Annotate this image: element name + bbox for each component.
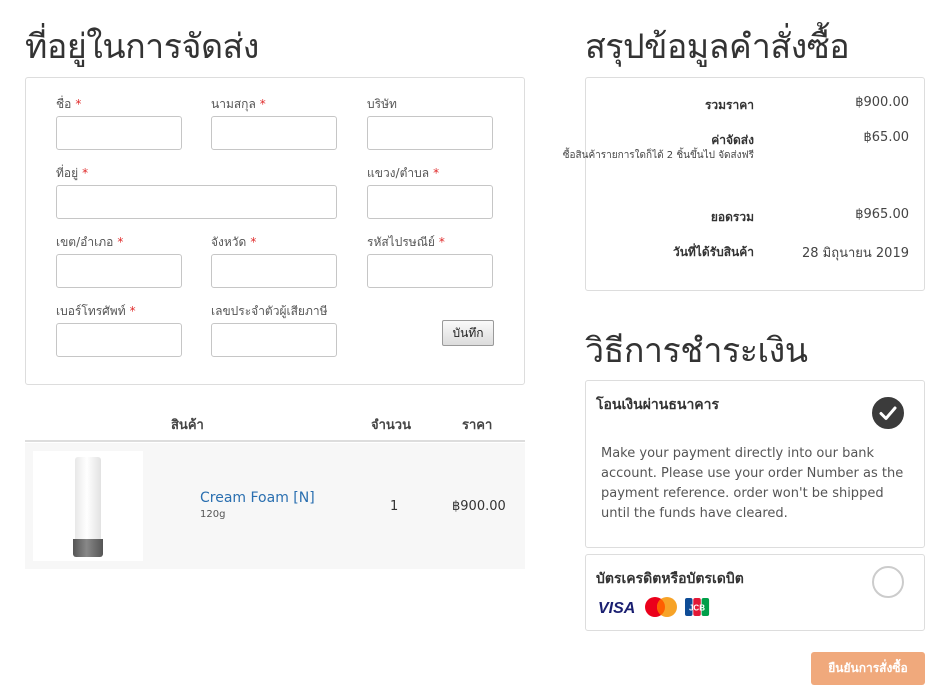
- district-input[interactable]: [56, 254, 182, 288]
- payment-option-bank-transfer[interactable]: โอนเงินผ่านธนาคาร Make your payment dire…: [585, 380, 925, 548]
- shipping-fee-note: ซื้อสินค้ารายการใดก็ได้ 2 ชิ้นขึ้นไป จัด…: [562, 150, 754, 161]
- province-group: จังหวัด *: [211, 234, 337, 288]
- product-image[interactable]: [33, 451, 143, 561]
- shipping-heading: ที่อยู่ในการจัดส่ง: [25, 27, 259, 67]
- summary-heading: สรุปข้อมูลคำสั่งซื้อ: [585, 27, 850, 67]
- subtotal-value: ฿900.00: [855, 95, 909, 110]
- table-row: Cream Foam [N] 120g 1 ฿900.00: [25, 443, 525, 569]
- tax-id-label: เลขประจำตัวผู้เสียภาษี: [211, 304, 328, 318]
- company-label: บริษัท: [367, 97, 397, 111]
- checkmark-icon: [879, 406, 897, 420]
- total-value: ฿965.00: [855, 207, 909, 222]
- visa-icon: VISA: [598, 600, 635, 617]
- delivery-date-label: วันที่ได้รับสินค้า: [672, 245, 754, 259]
- product-price: ฿900.00: [452, 499, 506, 514]
- province-label: จังหวัด *: [211, 235, 257, 249]
- bank-transfer-radio[interactable]: [872, 397, 904, 429]
- confirm-order-button[interactable]: ยืนยันการสั่งซื้อ: [811, 652, 925, 685]
- tax-id-input[interactable]: [211, 323, 337, 357]
- payment-heading: วิธีการชำระเงิน: [585, 331, 808, 371]
- shipping-form: ชื่อ * นามสกุล * บริษัท ที่อยู่ * แขวง/ตำบล…: [25, 77, 525, 385]
- cream-tube-image: [73, 457, 103, 557]
- payment-option-credit-card[interactable]: บัตรเครดิตหรือบัตรเดบิต VISA JCB: [585, 554, 925, 631]
- address-input[interactable]: [56, 185, 337, 219]
- shipping-fee-value: ฿65.00: [863, 130, 910, 145]
- visa-text: VISA: [598, 600, 635, 617]
- last-name-group: นามสกุล *: [211, 96, 337, 150]
- col-qty-header: จำนวน: [371, 418, 411, 433]
- last-name-input[interactable]: [211, 116, 337, 150]
- col-product-header: สินค้า: [171, 418, 204, 433]
- product-qty: 1: [390, 499, 399, 514]
- jcb-text: JCB: [689, 604, 705, 613]
- phone-input[interactable]: [56, 323, 182, 357]
- company-input[interactable]: [367, 116, 493, 150]
- subdistrict-input[interactable]: [367, 185, 493, 219]
- bank-transfer-description: Make your payment directly into our bank…: [601, 446, 904, 521]
- col-price-header: ราคา: [462, 418, 493, 433]
- bank-transfer-title: โอนเงินผ่านธนาคาร: [596, 397, 720, 413]
- subdistrict-group: แขวง/ตำบล *: [367, 165, 493, 219]
- credit-card-title: บัตรเครดิตหรือบัตรเดบิต: [596, 571, 744, 587]
- cart-table-header: สินค้า จำนวน ราคา: [25, 404, 525, 442]
- last-name-label: นามสกุล *: [211, 97, 266, 111]
- phone-group: เบอร์โทรศัพท์ *: [56, 303, 182, 357]
- first-name-label: ชื่อ *: [56, 97, 82, 111]
- postcode-group: รหัสไปรษณีย์ *: [367, 234, 493, 288]
- company-group: บริษัท: [367, 96, 493, 150]
- tax-id-group: เลขประจำตัวผู้เสียภาษี: [211, 303, 337, 357]
- first-name-input[interactable]: [56, 116, 182, 150]
- product-name-link[interactable]: Cream Foam [N]: [200, 490, 315, 506]
- order-summary: รวมราคา ฿900.00 ค่าจัดส่ง ซื้อสินค้ารายก…: [563, 77, 925, 291]
- address-group: ที่อยู่ *: [56, 165, 337, 219]
- total-label: ยอดรวม: [710, 210, 754, 224]
- first-name-group: ชื่อ *: [56, 96, 182, 150]
- address-label: ที่อยู่ *: [56, 166, 89, 180]
- mastercard-icon: [645, 597, 677, 617]
- district-label: เขต/อำเภอ *: [56, 235, 124, 249]
- subdistrict-label: แขวง/ตำบล *: [367, 166, 440, 180]
- jcb-icon: JCB: [685, 598, 710, 616]
- phone-label: เบอร์โทรศัพท์ *: [56, 304, 136, 318]
- postcode-label: รหัสไปรษณีย์ *: [367, 235, 445, 249]
- delivery-date-value: 28 มิถุนายน 2019: [801, 246, 909, 261]
- save-button[interactable]: บันทึก: [442, 320, 494, 346]
- postcode-input[interactable]: [367, 254, 493, 288]
- province-input[interactable]: [211, 254, 337, 288]
- credit-card-radio[interactable]: [872, 566, 904, 598]
- district-group: เขต/อำเภอ *: [56, 234, 182, 288]
- subtotal-label: รวมราคา: [704, 98, 754, 112]
- product-size: 120g: [200, 509, 226, 520]
